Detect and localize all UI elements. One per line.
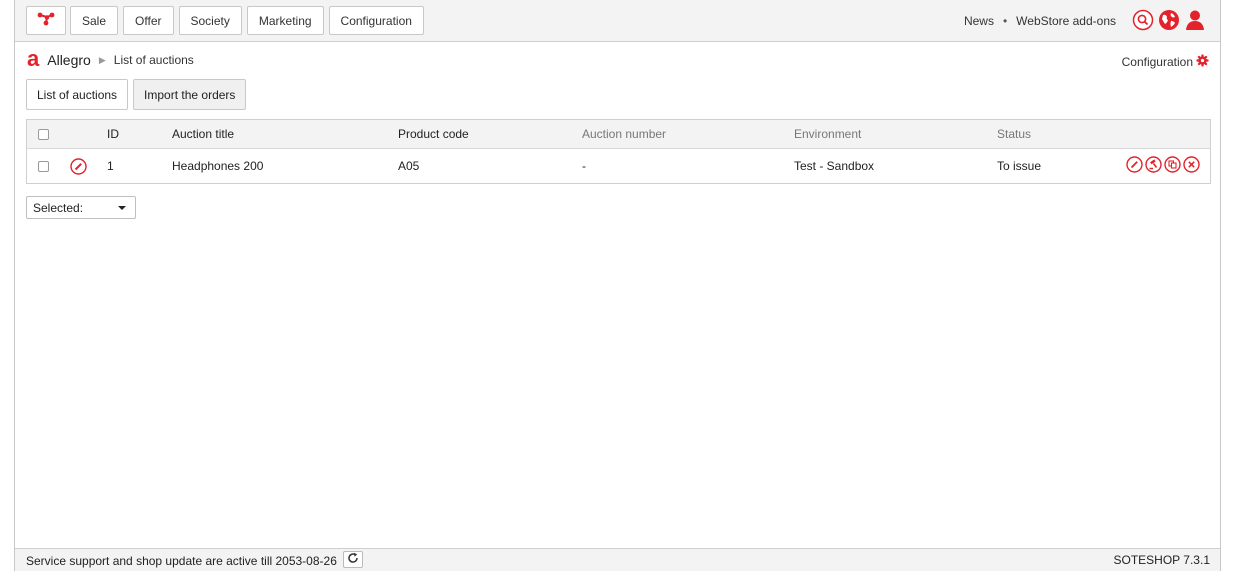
auctions-table: ID Auction title Product code Auction nu…	[26, 119, 1211, 184]
tabs: List of auctions Import the orders	[26, 79, 247, 110]
nav-sale[interactable]: Sale	[70, 6, 119, 35]
bulk-action-value: Selected:	[33, 200, 84, 215]
cell-environment: Test - Sandbox	[794, 159, 875, 173]
delete-icon[interactable]	[1183, 156, 1200, 176]
allegro-icon: a	[27, 45, 40, 71]
link-separator: •	[1002, 14, 1008, 28]
select-all-cell	[38, 120, 49, 148]
chevron-down-icon	[118, 206, 126, 210]
main-nav: Sale Offer Society Marketing Configurati…	[70, 6, 424, 35]
status-footer: Service support and shop update are acti…	[15, 548, 1220, 571]
refresh-button[interactable]	[342, 551, 363, 568]
auction-icon[interactable]	[1145, 156, 1162, 176]
app-frame: Sale Offer Society Marketing Configurati…	[14, 0, 1221, 571]
gear-icon	[1196, 54, 1209, 70]
configuration-label: Configuration	[1121, 55, 1193, 69]
table-row: 1 Headphones 200 A05 - Test - Sandbox To…	[27, 149, 1210, 183]
nav-configuration[interactable]: Configuration	[328, 6, 424, 35]
col-status: Status	[997, 127, 1032, 141]
network-logo-icon	[37, 12, 55, 29]
row-actions	[1126, 149, 1200, 183]
user-icon[interactable]	[1184, 9, 1206, 34]
cell-status: To issue	[997, 159, 1042, 173]
edit-icon[interactable]	[70, 149, 87, 183]
app-version: SOTESHOP 7.3.1	[1113, 553, 1211, 567]
table-header: ID Auction title Product code Auction nu…	[27, 120, 1210, 149]
select-all-checkbox[interactable]	[38, 128, 49, 140]
configuration-link[interactable]: Configuration	[1122, 54, 1209, 70]
support-info: Service support and shop update are acti…	[26, 551, 363, 568]
news-link[interactable]: News	[964, 14, 994, 28]
top-links: News • WebStore add-ons	[964, 14, 1116, 28]
bulk-action-select[interactable]: Selected:	[26, 196, 136, 219]
nav-society[interactable]: Society	[178, 6, 242, 35]
edit-icon[interactable]	[1126, 156, 1143, 176]
col-id[interactable]: ID	[107, 120, 119, 148]
col-product-code[interactable]: Product code	[398, 120, 469, 148]
col-auction-title[interactable]: Auction title	[172, 120, 234, 148]
cell-auction-title: Headphones 200	[172, 159, 264, 173]
refresh-icon	[347, 552, 359, 567]
home-logo-button[interactable]	[26, 6, 66, 35]
nav-marketing[interactable]: Marketing	[246, 6, 324, 35]
globe-icon[interactable]	[1158, 9, 1180, 34]
webstore-addons-link[interactable]: WebStore add-ons	[1016, 14, 1116, 28]
nav-offer[interactable]: Offer	[123, 6, 174, 35]
tab-list-of-auctions[interactable]: List of auctions	[26, 79, 129, 110]
top-bar: Sale Offer Society Marketing Configurati…	[15, 0, 1220, 42]
breadcrumb: a Allegro ▶ List of auctions	[27, 45, 194, 71]
breadcrumb-separator: ▶	[98, 54, 106, 65]
breadcrumb-current: List of auctions	[113, 53, 194, 67]
row-checkbox[interactable]	[38, 160, 49, 172]
cell-auction-number: -	[582, 159, 586, 173]
tab-import-orders[interactable]: Import the orders	[133, 79, 247, 110]
top-icons	[1132, 9, 1206, 34]
breadcrumb-app[interactable]: Allegro	[47, 52, 91, 68]
col-environment: Environment	[794, 127, 862, 141]
support-text: Service support and shop update are acti…	[26, 553, 337, 568]
cell-product-code: A05	[398, 159, 420, 173]
row-checkbox-cell	[38, 149, 49, 183]
search-icon[interactable]	[1132, 9, 1154, 34]
copy-icon[interactable]	[1164, 156, 1181, 176]
col-auction-number: Auction number	[582, 127, 667, 141]
cell-id: 1	[107, 159, 114, 173]
